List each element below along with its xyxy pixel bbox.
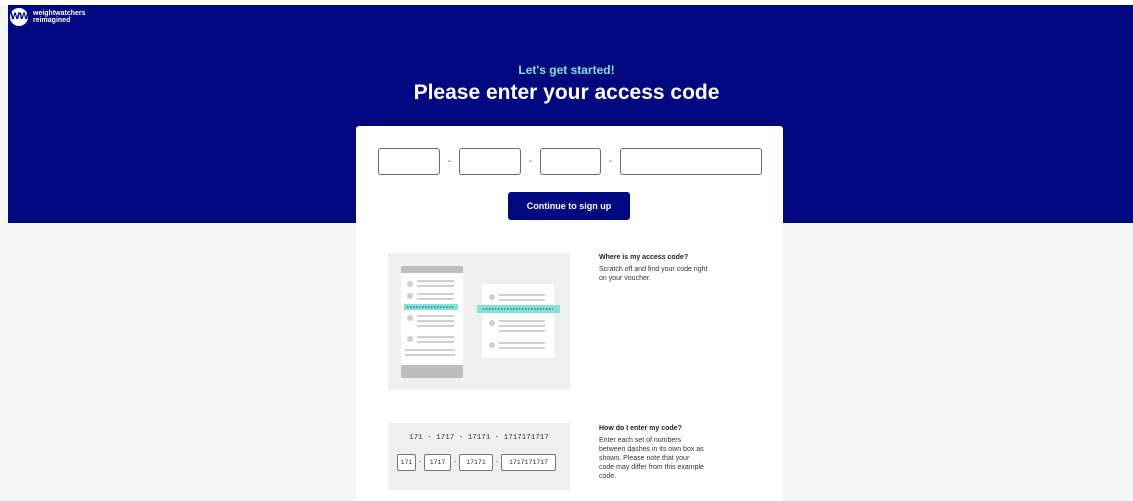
help-body-how: Enter each set of numbers between dashes… bbox=[599, 437, 704, 480]
voucher-illustration-icon bbox=[401, 266, 560, 378]
continue-to-sign-up-button[interactable]: Continue to sign up bbox=[508, 192, 630, 220]
ww-logo-icon: WW bbox=[10, 8, 29, 26]
voucher-illustration bbox=[388, 253, 570, 390]
access-code-inputs: - - - bbox=[378, 148, 762, 175]
example-code-box: 1717171717 bbox=[501, 454, 556, 471]
code-part-2-input[interactable] bbox=[459, 148, 521, 175]
code-dash: - bbox=[608, 156, 613, 167]
page-subtitle: Let's get started! bbox=[518, 63, 615, 77]
example-dash: - bbox=[495, 459, 499, 466]
example-code-boxes: 171 - 1717 - 17171 - 1717171717 bbox=[397, 454, 556, 471]
logo-line-1: weightwatchers bbox=[33, 10, 86, 17]
logo-text: weightwatchers reimagined bbox=[33, 10, 86, 24]
example-code-text: 171 - 1717 - 17171 - 1717171717 bbox=[409, 434, 549, 442]
help-body-where: Scratch off and find your code right on … bbox=[599, 266, 708, 282]
example-code-box: 17171 bbox=[459, 454, 493, 471]
code-dash: - bbox=[528, 156, 533, 167]
example-dash: - bbox=[418, 459, 422, 466]
code-dash: - bbox=[447, 156, 452, 167]
example-code-illustration: 171 - 1717 - 17171 - 1717171717 171 - 17… bbox=[388, 423, 570, 490]
page-title: Please enter your access code bbox=[413, 81, 720, 104]
code-part-1-input[interactable] bbox=[378, 148, 440, 175]
logo-line-2: reimagined bbox=[33, 17, 71, 24]
example-dash: - bbox=[453, 459, 457, 466]
help-title-where: Where is my access code? bbox=[599, 254, 689, 261]
help-title-how: How do I enter my code? bbox=[599, 425, 682, 432]
access-code-card: - - - Continue to sign up Where is my ac… bbox=[356, 126, 783, 501]
example-code-box: 1717 bbox=[424, 454, 451, 471]
code-part-4-input[interactable] bbox=[620, 148, 762, 175]
example-code-box: 171 bbox=[397, 454, 416, 471]
logo[interactable]: WW weightwatchers reimagined bbox=[10, 8, 86, 26]
code-part-3-input[interactable] bbox=[540, 148, 601, 175]
